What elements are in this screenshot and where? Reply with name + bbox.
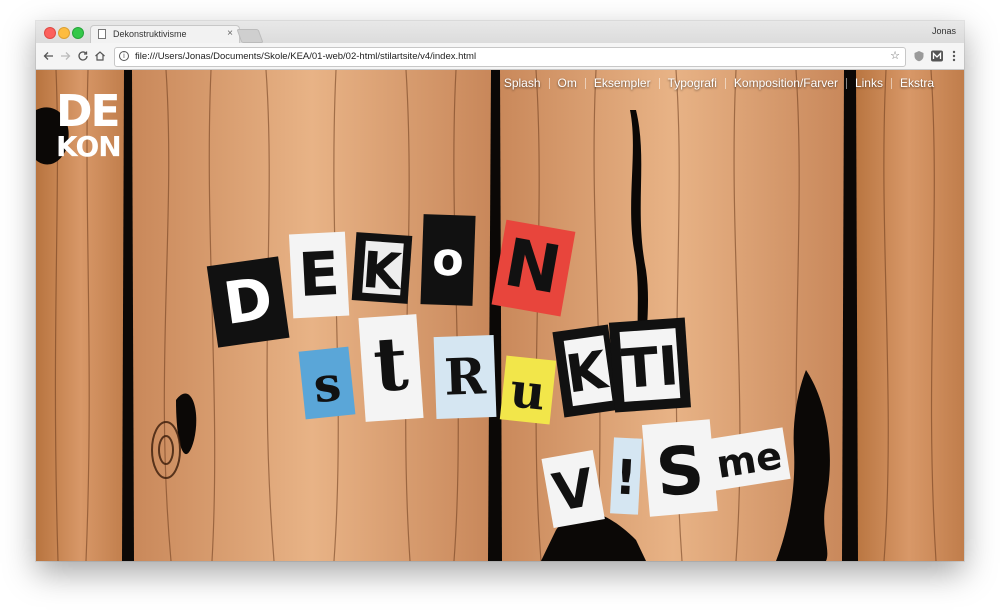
svg-text:o: o xyxy=(431,231,464,286)
back-button[interactable] xyxy=(42,49,56,63)
svg-text:t: t xyxy=(371,321,411,409)
browser-tab[interactable]: Dekonstruktivisme × xyxy=(90,25,240,44)
extension-m-icon[interactable] xyxy=(930,49,944,63)
maximize-window-button[interactable] xyxy=(72,27,84,39)
cutout-letter: ! xyxy=(610,437,642,515)
cutout-letter: u xyxy=(499,355,557,425)
menu-kebab-icon[interactable] xyxy=(947,49,961,63)
browser-window: Dekonstruktivisme × Jonas i file:///User… xyxy=(36,21,964,561)
cutout-letter: S xyxy=(641,419,718,517)
cutout-letter: K xyxy=(351,232,413,304)
cutout-letter: D xyxy=(206,256,290,348)
svg-text:E: E xyxy=(297,239,342,311)
cutout-letter: t xyxy=(358,314,424,422)
tab-close-icon[interactable]: × xyxy=(227,28,233,39)
svg-text:TI: TI xyxy=(620,334,681,401)
forward-button[interactable] xyxy=(58,49,72,63)
cutout-letter: K xyxy=(552,324,620,418)
cutout-letter: s xyxy=(298,346,356,420)
svg-text:K: K xyxy=(360,241,405,302)
cutout-letter: V xyxy=(541,450,605,528)
new-tab-button[interactable] xyxy=(236,29,264,43)
address-bar[interactable]: i file:///Users/Jonas/Documents/Skole/KE… xyxy=(114,47,906,67)
extension-shield-icon[interactable] xyxy=(912,49,926,63)
info-icon[interactable]: i xyxy=(119,51,129,61)
home-button[interactable] xyxy=(93,49,107,63)
reload-icon xyxy=(78,51,88,61)
close-window-button[interactable] xyxy=(44,27,56,39)
cutout-letter: N xyxy=(491,219,576,317)
cutout-letter: R xyxy=(433,334,497,420)
arrow-left-icon xyxy=(43,52,53,60)
browser-toolbar: i file:///Users/Jonas/Documents/Skole/KE… xyxy=(36,43,964,70)
svg-text:R: R xyxy=(443,346,487,406)
svg-text:S: S xyxy=(653,431,707,512)
page-content: DE KON Splash Om Eksempler Typografi Kom… xyxy=(36,70,964,561)
title-bar: Dekonstruktivisme × Jonas xyxy=(36,21,964,44)
url-text[interactable]: file:///Users/Jonas/Documents/Skole/KEA/… xyxy=(135,51,476,62)
profile-name[interactable]: Jonas xyxy=(932,26,956,36)
cutout-letter: E xyxy=(288,231,350,319)
cutout-letter: o xyxy=(420,214,476,306)
cutout-letter: me xyxy=(707,427,791,491)
svg-text:D: D xyxy=(219,264,276,338)
svg-text:!: ! xyxy=(613,449,638,506)
svg-text:u: u xyxy=(508,362,549,421)
minimize-window-button[interactable] xyxy=(58,27,70,39)
arrow-right-icon xyxy=(61,52,71,60)
page-icon xyxy=(98,29,106,39)
reload-button[interactable] xyxy=(76,49,90,63)
cutout-letter: TI xyxy=(608,317,691,413)
home-icon xyxy=(95,51,105,61)
bookmark-star-icon[interactable]: ☆ xyxy=(890,49,900,62)
hero-title-collage: D E K o N s t R u K TI V ! S me xyxy=(206,214,791,528)
tab-title: Dekonstruktivisme xyxy=(113,29,187,39)
